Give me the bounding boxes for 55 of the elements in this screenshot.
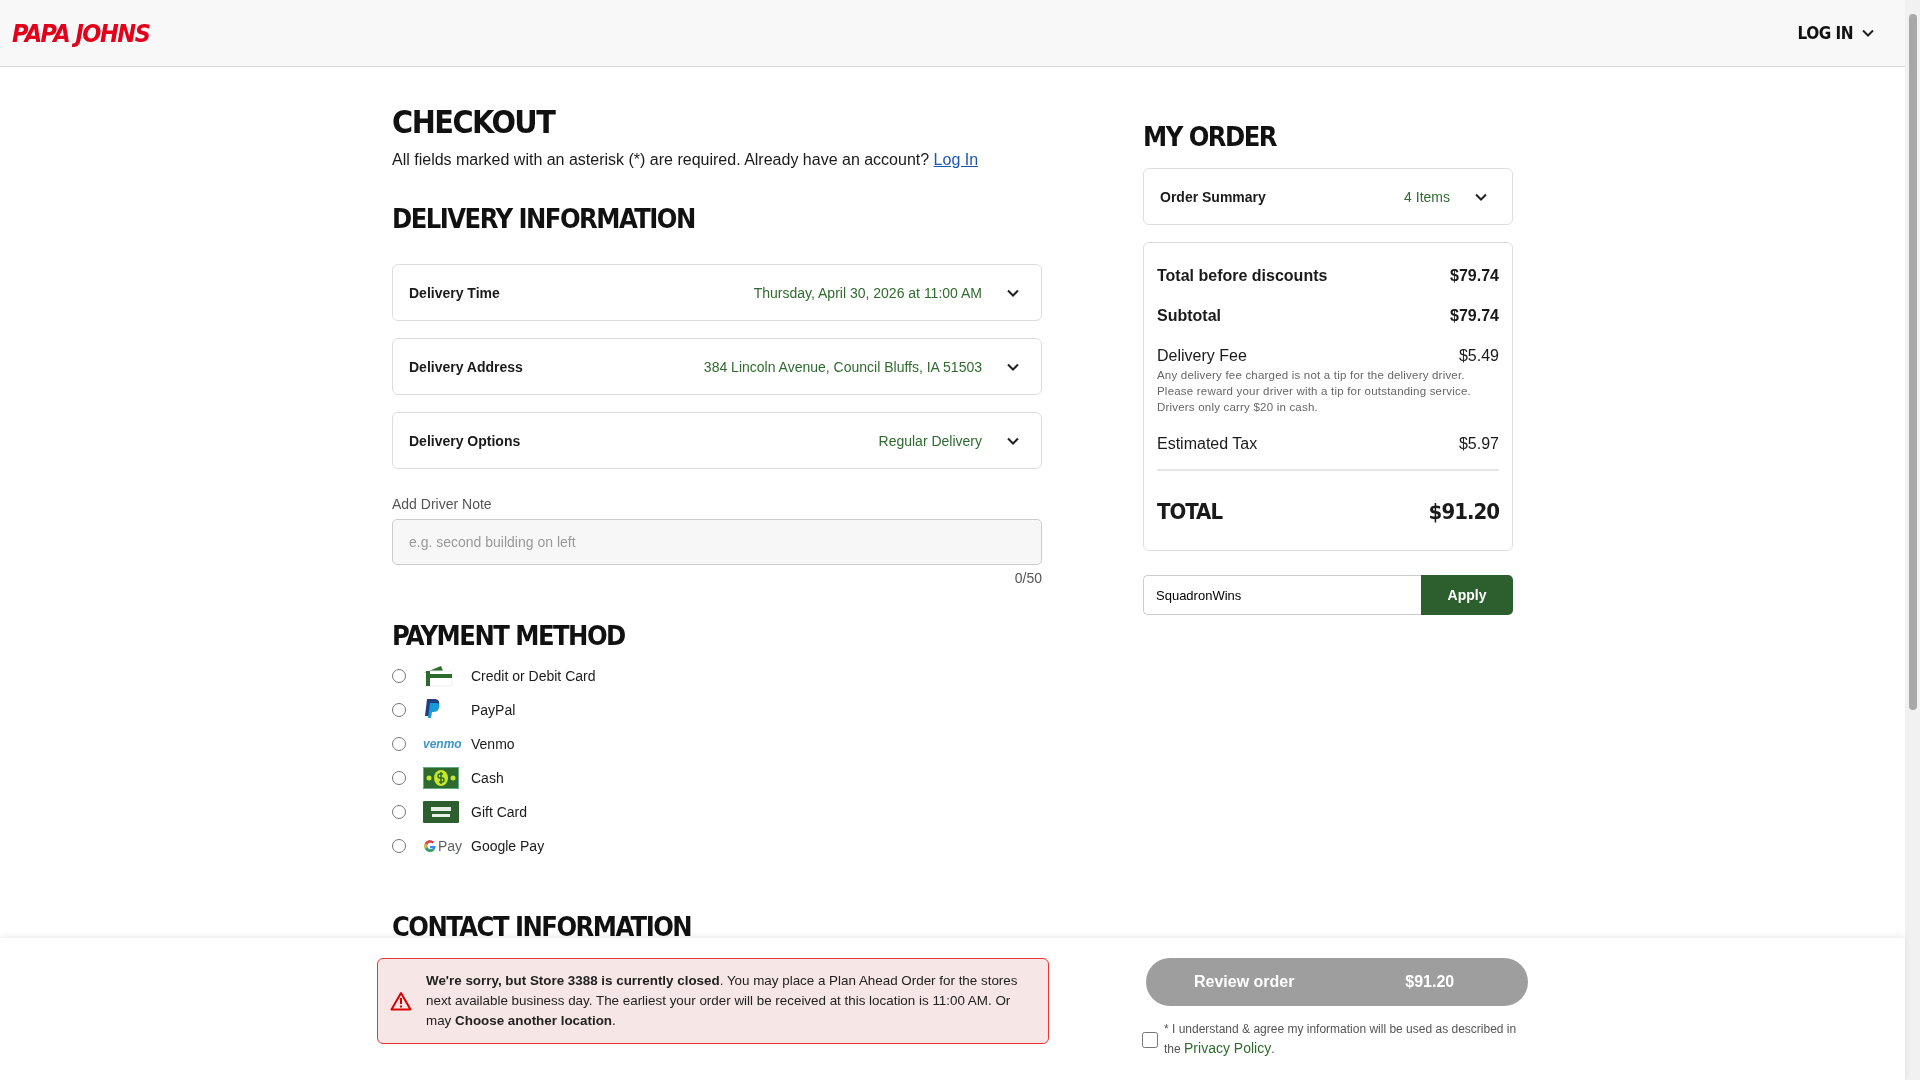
section-title: CONTACT INFORMATION [392, 911, 693, 942]
line-label: TOTAL [1157, 499, 1223, 525]
section-title: DELIVERY INFORMATION [392, 203, 696, 234]
order-summary-toggle[interactable]: Order Summary 4 Items [1143, 168, 1513, 225]
required-note: All fields marked with an asterisk (*) are required. Already have an account? Log In [392, 151, 980, 169]
section-title: MY ORDER [1143, 121, 1278, 152]
consent-text: * I understand & agree my information will be used as described in the Privacy Policy. [1164, 1021, 1518, 1058]
line-label: Estimated Tax [1157, 435, 1258, 454]
line-label: Subtotal [1157, 307, 1221, 325]
row-label: Order Summary [1160, 188, 1267, 205]
item-count: 4 Items [1404, 188, 1450, 205]
payment-option-label[interactable]: Google Pay [471, 838, 545, 854]
payment-option-label[interactable]: Cash [471, 770, 504, 786]
fee-note: Any delivery fee charged is not a tip for the delivery driver. Please reward your driver with a tip for outstanding service. Drivers only carry $20 in cash. [1157, 368, 1472, 416]
gift-card-icon [423, 801, 459, 823]
google-pay-logo: Pay [423, 838, 463, 854]
line-amount: $79.74 [1450, 267, 1499, 285]
line-label: Total before discounts [1157, 267, 1328, 285]
payment-option-label[interactable]: Gift Card [471, 804, 527, 820]
login-link[interactable]: Log In [933, 151, 979, 168]
venmo-logo: venmo [423, 737, 462, 751]
privacy-policy-link[interactable]: Privacy Policy [1184, 1040, 1272, 1056]
section-title: PAYMENT METHOD [392, 620, 626, 651]
scrollbar[interactable] [1905, 0, 1920, 1080]
delivery-row[interactable]: Delivery Address 384 Lincoln Avenue, Council Bluffs, IA 51503 [392, 338, 1042, 395]
driver-note-field[interactable]: e.g. second building on left [392, 519, 1042, 565]
line-amount: $5.97 [1458, 435, 1499, 454]
line-amount: $5.49 [1458, 347, 1499, 365]
line-amount: $79.74 [1450, 307, 1499, 325]
payment-option-label[interactable]: PayPal [471, 702, 516, 718]
row-value: Thursday, April 30, 2026 at 11:00 AM [753, 284, 982, 301]
line-amount: $91.20 [1428, 499, 1499, 525]
page-title: CHECKOUT [392, 103, 556, 141]
payment-option-label[interactable]: Credit or Debit Card [471, 668, 596, 684]
delivery-row[interactable]: Delivery Time Thursday, April 30, 2026 at 11:00 AM [392, 264, 1042, 321]
delivery-row[interactable]: Delivery Options Regular Delivery [392, 412, 1042, 469]
field-label: Add Driver Note [392, 496, 493, 512]
payment-option-label[interactable]: Venmo [471, 736, 515, 752]
apply-button[interactable]: Apply [1421, 575, 1513, 616]
row-label: Delivery Address [409, 358, 524, 375]
row-value: Regular Delivery [878, 432, 982, 449]
promo-code-field[interactable]: SquadronWins [1143, 575, 1421, 616]
scrollbar-thumb[interactable] [1908, 14, 1917, 710]
card-icon [423, 665, 453, 687]
consent-checkbox[interactable] [1142, 1031, 1158, 1048]
login-menu[interactable]: LOG IN [1797, 19, 1875, 47]
row-value: 384 Lincoln Avenue, Council Bluffs, IA 51503 [703, 358, 982, 375]
row-label: Delivery Options [409, 432, 522, 449]
character-counter: 0/50 [1014, 570, 1042, 586]
cash-icon [423, 767, 459, 789]
logo[interactable]: PAPA JOHNS [12, 18, 150, 48]
row-label: Delivery Time [409, 284, 501, 301]
alert-message: We're sorry, but Store 3388 is currently closed. You may place a Plan Ahead Order for the stores next available business day. The earliest your order will be received at this location is 11:00 AM. Or may Choose another location. [426, 972, 1019, 1030]
line-label: Delivery Fee [1157, 347, 1247, 365]
warning-icon [390, 991, 412, 1011]
